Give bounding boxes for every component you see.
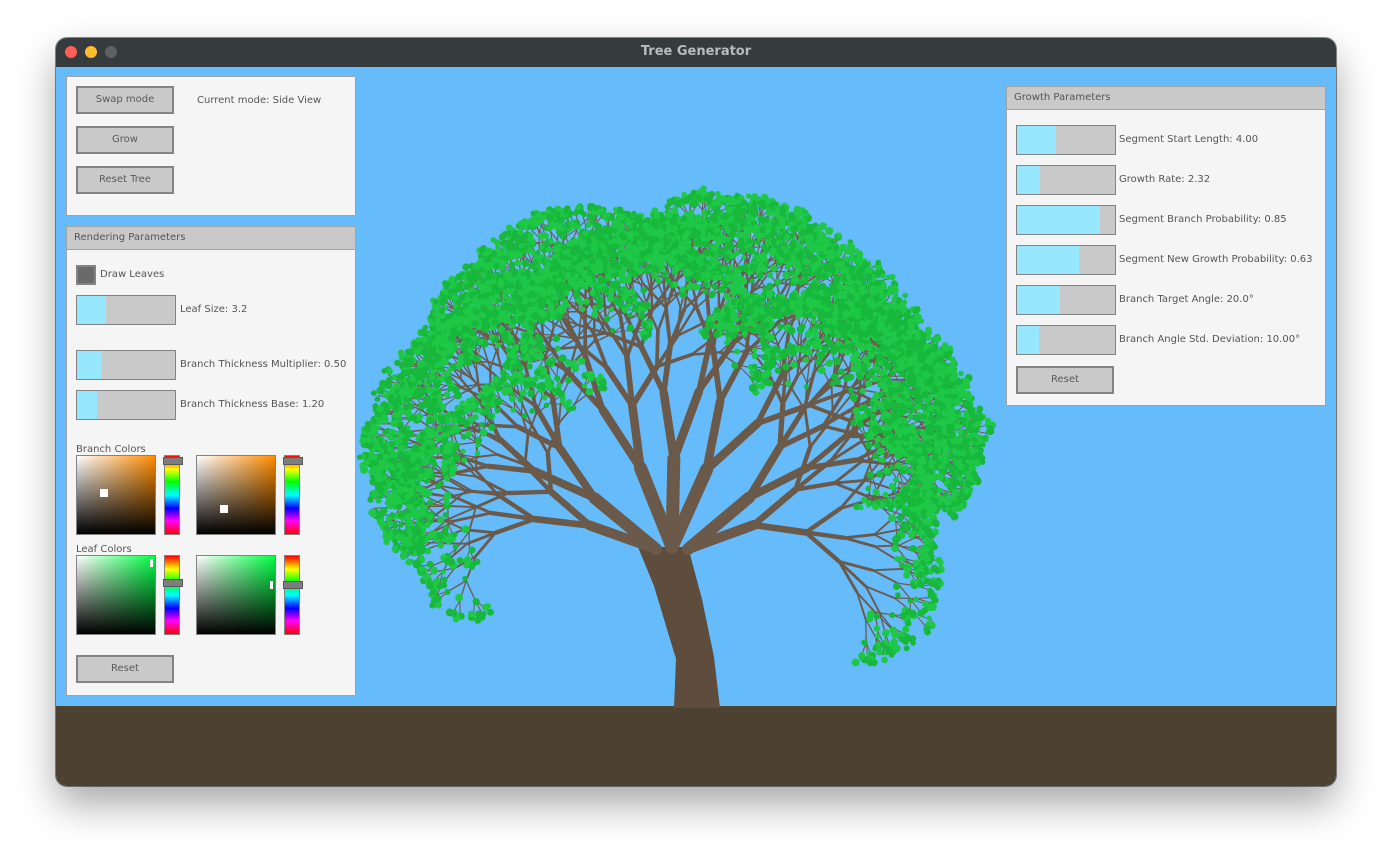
segment-start-length-slider[interactable] [1016,125,1116,155]
branch-angle-std-deviation-label: Branch Angle Std. Deviation: 10.00° [1119,334,1301,345]
leaf-hue-slider-1[interactable] [163,555,183,635]
current-mode-label: Current mode: Side View [197,95,322,106]
growth-reset-button[interactable]: Reset [1016,366,1114,394]
segment-branch-probability-slider[interactable] [1016,205,1116,235]
rendering-parameters-title: Rendering Parameters [67,227,355,250]
tree-canvas[interactable]: Swap mode Current mode: Side View Grow R… [56,67,1336,786]
hue-thumb[interactable] [283,457,303,466]
segment-new-growth-probability-slider[interactable] [1016,245,1116,275]
slider-fill [1017,126,1057,154]
slider-fill [1017,206,1101,234]
leaf-size-slider[interactable] [76,295,176,325]
branch-thickness-base-label: Branch Thickness Base: 1.20 [180,399,325,410]
branch-thickness-multiplier-slider[interactable] [76,350,176,380]
leaf-size-label: Leaf Size: 3.2 [180,304,248,315]
slider-fill [77,351,102,379]
branch-target-angle-label: Branch Target Angle: 20.0° [1119,294,1254,305]
picker-selector[interactable] [220,505,229,514]
slider-fill [1017,286,1061,314]
leaf-color-picker-2[interactable] [196,555,276,635]
draw-leaves-checkbox[interactable] [76,265,96,285]
growth-parameters-panel: Growth Parameters Segment Start Length: … [1006,86,1326,406]
picker-selector[interactable] [100,489,109,498]
draw-leaves-label: Draw Leaves [100,269,165,280]
picker-selector[interactable] [150,559,154,568]
branch-target-angle-slider[interactable] [1016,285,1116,315]
segment-branch-probability-label: Segment Branch Probability: 0.85 [1119,214,1287,225]
branch-color-picker-2[interactable] [196,455,276,535]
growth-rate-slider[interactable] [1016,165,1116,195]
growth-rate-label: Growth Rate: 2.32 [1119,174,1211,185]
growth-parameters-title: Growth Parameters [1007,87,1325,110]
branch-thickness-multiplier-label: Branch Thickness Multiplier: 0.50 [180,359,347,370]
branch-angle-std-deviation-slider[interactable] [1016,325,1116,355]
branch-hue-slider-2[interactable] [283,455,303,535]
branch-hue-slider-1[interactable] [163,455,183,535]
reset-tree-button[interactable]: Reset Tree [76,166,174,194]
hue-thumb[interactable] [163,579,183,588]
slider-fill [1017,166,1040,194]
slider-fill [77,296,107,324]
rendering-reset-button[interactable]: Reset [76,655,174,683]
tree-trunk [638,547,720,708]
leaf-color-picker-1[interactable] [76,555,156,635]
segment-new-growth-probability-label: Segment New Growth Probability: 0.63 [1119,254,1313,265]
branch-thickness-base-slider[interactable] [76,390,176,420]
window-title: Tree Generator [640,44,752,59]
slider-fill [1017,326,1039,354]
branch-color-picker-1[interactable] [76,455,156,535]
hue-thumb[interactable] [163,457,183,466]
swap-mode-button[interactable]: Swap mode [76,86,174,114]
picker-selector[interactable] [270,580,274,589]
rendering-parameters-panel: Rendering Parameters Draw Leaves Leaf Si… [66,226,356,696]
app-window: Tree Generator Swap mode Current mode: S… [56,38,1336,786]
title-bar: Tree Generator [56,38,1336,68]
leaf-colors-label: Leaf Colors [76,544,132,555]
mode-panel: Swap mode Current mode: Side View Grow R… [66,76,356,216]
leaf-hue-slider-2[interactable] [283,555,303,635]
grow-button[interactable]: Grow [76,126,174,154]
slider-fill [1017,246,1079,274]
branch-colors-label: Branch Colors [76,444,146,455]
hue-thumb[interactable] [283,580,303,589]
segment-start-length-label: Segment Start Length: 4.00 [1119,134,1259,145]
slider-fill [77,391,97,419]
